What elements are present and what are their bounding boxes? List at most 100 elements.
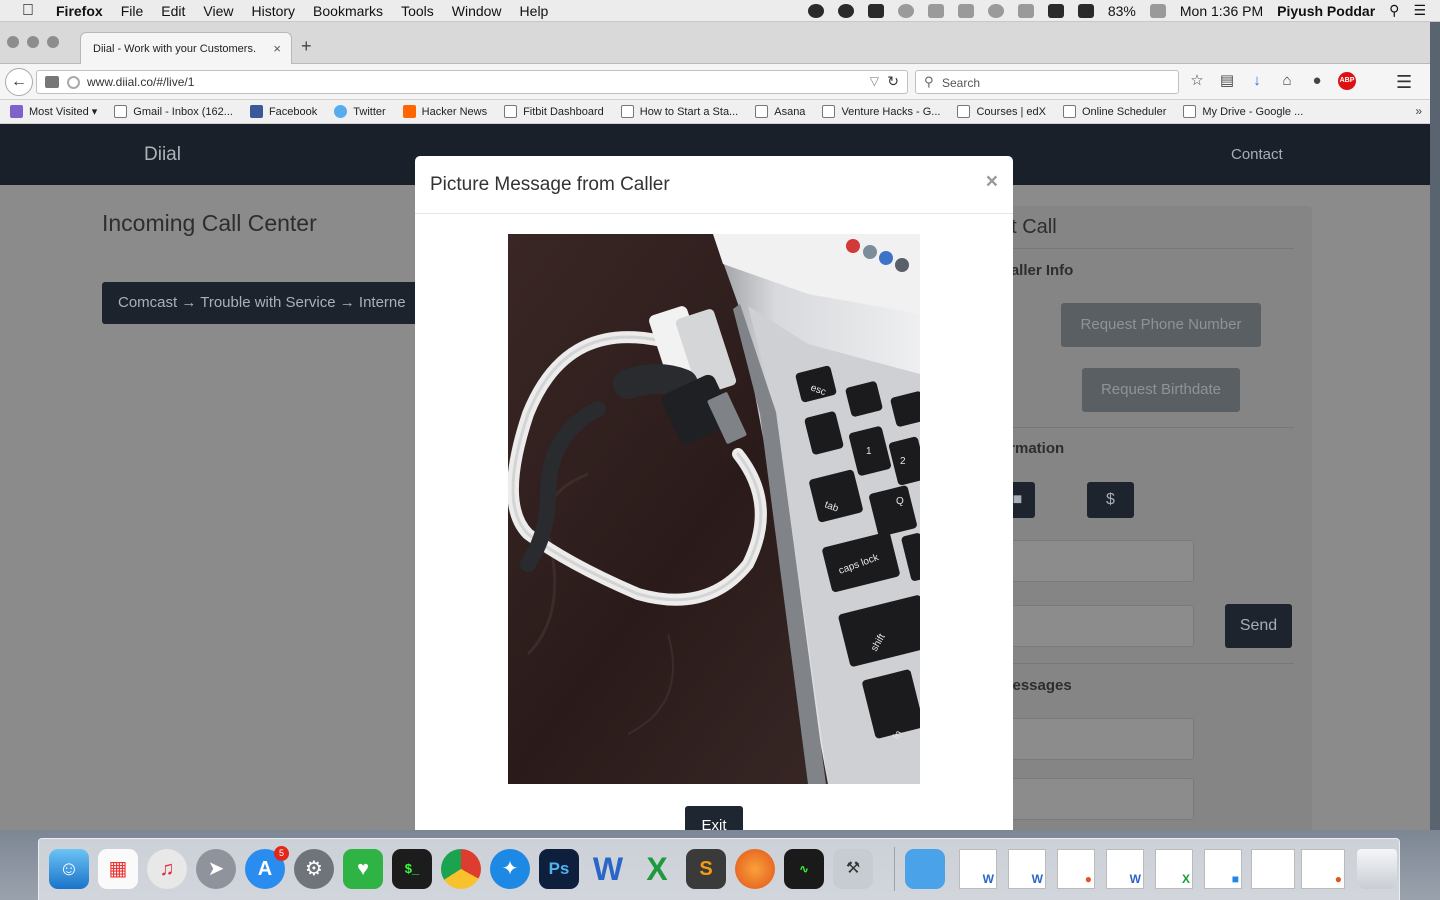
bookmark-most-visited[interactable]: Most Visited ▾ <box>10 105 97 118</box>
chat-icon[interactable]: ● <box>1308 72 1326 90</box>
preview-icon[interactable]: ⚒ <box>833 849 873 889</box>
menu-view[interactable]: View <box>203 3 233 19</box>
bookmark-fitbit[interactable]: Fitbit Dashboard <box>504 105 604 118</box>
messages-field-2[interactable] <box>1000 778 1194 820</box>
blocked-icon[interactable] <box>897 3 914 18</box>
downloads-icon[interactable]: ↓ <box>1248 72 1266 90</box>
exit-button[interactable]: Exit <box>685 806 743 830</box>
minimize-window-button[interactable] <box>27 36 39 48</box>
safari-icon[interactable]: ✦ <box>490 849 530 889</box>
send-button[interactable]: Send <box>1225 604 1292 648</box>
sublime-text-icon[interactable]: S <box>686 849 726 889</box>
excel-icon[interactable]: X <box>637 849 677 889</box>
menu-file[interactable]: File <box>121 3 144 19</box>
bookmarks-overflow-icon[interactable]: » <box>1415 104 1422 118</box>
evernote-icon[interactable] <box>867 3 884 18</box>
close-tab-icon[interactable]: × <box>273 41 281 56</box>
battery-icon[interactable] <box>1149 3 1166 18</box>
bookmark-my-drive[interactable]: My Drive - Google ... <box>1183 105 1303 118</box>
launchpad-rocket-icon[interactable]: ➤ <box>196 849 236 889</box>
cloud-icon[interactable] <box>807 3 824 18</box>
time-machine-icon[interactable] <box>987 3 1004 18</box>
info-input[interactable] <box>1000 540 1194 582</box>
trash-icon[interactable] <box>1357 849 1397 889</box>
url-bar[interactable]: www.diial.co/#/live/1 ▽ ↻ <box>36 70 908 94</box>
hamburger-menu-icon[interactable]: ☰ <box>1396 72 1412 93</box>
apple-menu-icon[interactable]:  <box>0 2 56 20</box>
clock[interactable]: Mon 1:36 PM <box>1180 3 1263 19</box>
finder-icon[interactable]: ☺ <box>49 849 89 889</box>
excel-document-icon[interactable]: X <box>1155 849 1193 889</box>
messages-field-1[interactable] <box>1000 718 1194 760</box>
bookmark-online-scheduler[interactable]: Online Scheduler <box>1063 105 1166 118</box>
call-path-breadcrumb[interactable]: Comcast → Trouble with Service → Interne <box>102 282 432 324</box>
menu-tools[interactable]: Tools <box>401 3 434 19</box>
word-document-icon[interactable]: W <box>1008 849 1046 889</box>
bookmark-venture-hacks[interactable]: Venture Hacks - G... <box>822 105 940 118</box>
zoom-window-button[interactable] <box>47 36 59 48</box>
dashlane-icon[interactable] <box>837 3 854 18</box>
menu-bookmarks[interactable]: Bookmarks <box>313 3 383 19</box>
firefox-document-icon[interactable]: ● <box>1301 849 1345 889</box>
volume-icon[interactable] <box>1077 3 1094 18</box>
word-document-icon[interactable]: W <box>1106 849 1144 889</box>
home-icon[interactable]: ⌂ <box>1278 72 1296 90</box>
bookmark-twitter[interactable]: Twitter <box>334 105 386 118</box>
word-document-icon[interactable]: W <box>959 849 997 889</box>
menu-help[interactable]: Help <box>520 3 549 19</box>
bookmark-edx[interactable]: Courses | edX <box>957 105 1046 118</box>
terminal-icon[interactable]: $_ <box>392 849 432 889</box>
photoshop-icon[interactable]: Ps <box>539 849 579 889</box>
wifi-icon[interactable] <box>1047 3 1064 18</box>
folder-icon[interactable] <box>905 849 945 889</box>
bookmarks-toolbar: Most Visited ▾ Gmail - Inbox (162... Fac… <box>0 100 1430 124</box>
user-name[interactable]: Piyush Poddar <box>1277 3 1375 19</box>
firefox-icon[interactable] <box>735 849 775 889</box>
back-button[interactable]: ← <box>5 68 33 96</box>
browser-tab[interactable]: Diial - Work with your Customers. × <box>80 32 292 64</box>
glasses-icon[interactable] <box>927 3 944 18</box>
app-menu[interactable]: Firefox <box>56 3 103 19</box>
activity-monitor-icon[interactable]: ∿ <box>784 849 824 889</box>
bookmark-gmail[interactable]: Gmail - Inbox (162... <box>114 105 233 118</box>
menu-history[interactable]: History <box>251 3 295 19</box>
evernote-icon[interactable]: ♥ <box>343 849 383 889</box>
close-window-button[interactable] <box>7 36 19 48</box>
message-input[interactable] <box>1000 605 1194 647</box>
screenshot-document-icon[interactable] <box>1251 849 1295 889</box>
notification-center-icon[interactable]: ☰ <box>1413 2 1426 19</box>
itunes-icon[interactable]: ♫ <box>147 849 187 889</box>
menu-window[interactable]: Window <box>452 3 502 19</box>
bluetooth-icon[interactable] <box>1017 3 1034 18</box>
close-icon[interactable]: × <box>986 170 998 194</box>
firefox-document-icon[interactable]: ● <box>1057 849 1095 889</box>
adblock-icon[interactable]: ABP <box>1338 72 1356 90</box>
new-tab-button[interactable]: + <box>301 36 312 57</box>
bookmark-asana[interactable]: Asana <box>755 105 805 118</box>
reload-icon[interactable]: ↻ <box>887 73 899 90</box>
request-phone-button[interactable]: Request Phone Number <box>1061 303 1261 347</box>
bookmark-facebook[interactable]: Facebook <box>249 105 317 118</box>
divider <box>1000 427 1294 428</box>
document-icon[interactable]: ■ <box>1204 849 1242 889</box>
gear-icon[interactable] <box>957 3 974 18</box>
search-input[interactable]: ⚲ Search <box>915 70 1179 94</box>
request-birthdate-button[interactable]: Request Birthdate <box>1082 368 1240 412</box>
chrome-icon[interactable] <box>441 849 481 889</box>
spotlight-search-icon[interactable]: ⚲ <box>1389 2 1399 19</box>
word-icon[interactable]: W <box>588 849 628 889</box>
menu-edit[interactable]: Edit <box>161 3 185 19</box>
battery-percent[interactable]: 83% <box>1108 3 1136 19</box>
page-title: Incoming Call Center <box>102 210 317 236</box>
bookmark-hacker-news[interactable]: Hacker News <box>402 105 487 118</box>
nav-contact-link[interactable]: Contact <box>1231 146 1283 163</box>
launchpad-grid-icon[interactable]: ▦ <box>98 849 138 889</box>
payment-button[interactable]: $ <box>1087 482 1134 518</box>
bookmark-how-to-start[interactable]: How to Start a Sta... <box>620 105 738 118</box>
system-preferences-icon[interactable]: ⚙ <box>294 849 334 889</box>
page-identity-icon[interactable] <box>45 76 59 88</box>
history-dropdown-icon[interactable]: ▽ <box>870 74 879 88</box>
reading-list-icon[interactable]: ▤ <box>1218 72 1236 90</box>
site-brand[interactable]: Diial <box>144 144 181 166</box>
bookmark-star-icon[interactable]: ☆ <box>1188 72 1206 90</box>
